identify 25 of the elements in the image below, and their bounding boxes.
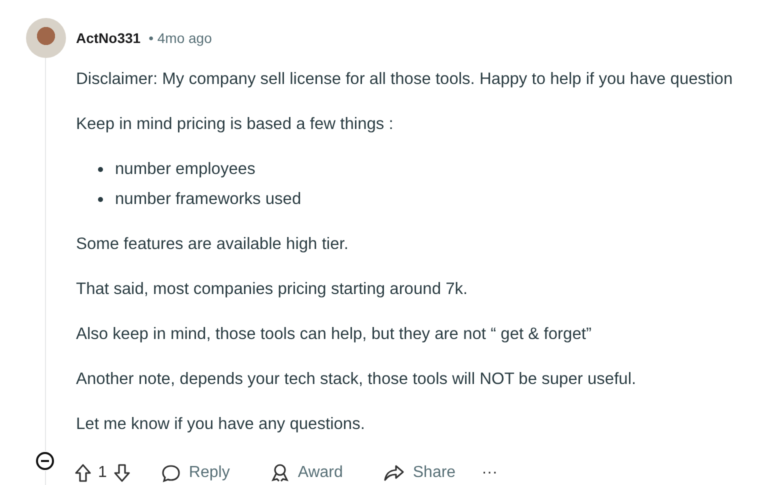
comment-paragraph: Disclaimer: My company sell license for all those tools. Happy to help if you have question [76, 69, 734, 90]
more-button[interactable]: ··· [472, 458, 508, 485]
list-item: number frameworks used [115, 189, 302, 210]
award-icon [270, 463, 290, 483]
collapse-icon[interactable] [35, 451, 55, 471]
username[interactable]: ActNo331 [76, 30, 141, 46]
comment-paragraph: Some features are available high tier. [76, 234, 350, 255]
comment-paragraph: Another note, depends your tech stack, those tools will NOT be super useful. [76, 369, 638, 390]
award-button[interactable]: Award [260, 457, 353, 485]
timestamp: • 4mo ago [148, 30, 212, 46]
comment-paragraph: Also keep in mind, those tools can help, but they are not “ get & forget” [76, 324, 592, 345]
comment-paragraph: Let me know if you have any questions. [76, 414, 366, 435]
comment-paragraph: That said, most companies pricing starting around 7k. [76, 279, 469, 300]
share-icon [382, 463, 405, 483]
bullet-icon [98, 196, 103, 202]
vote-count: 1 [98, 464, 107, 482]
downvote-icon[interactable] [112, 463, 131, 483]
share-button[interactable]: Share [372, 457, 466, 485]
comment-paragraph: Keep in mind pricing is based a few things : [76, 114, 394, 135]
upvote-icon[interactable] [74, 463, 92, 483]
avatar[interactable] [26, 18, 66, 58]
bullet-icon [98, 166, 103, 172]
reply-button[interactable]: Reply [150, 457, 240, 485]
speech-bubble-icon [160, 463, 181, 483]
list-item: number employees [115, 159, 256, 180]
